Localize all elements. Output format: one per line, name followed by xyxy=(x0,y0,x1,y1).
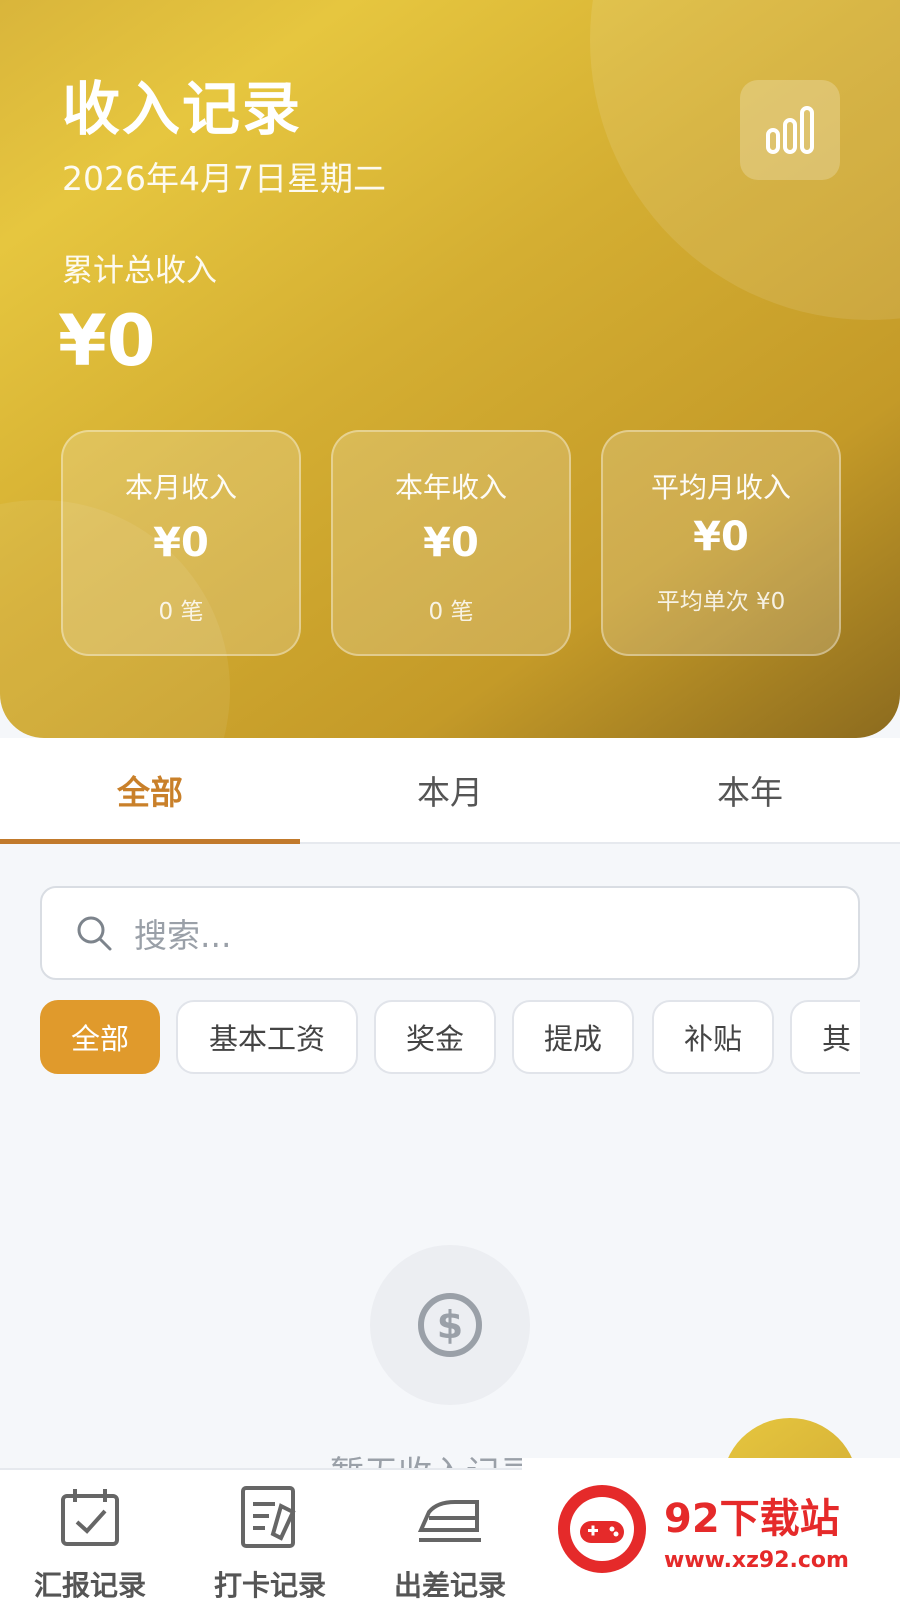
total-income-value: ¥0 xyxy=(58,300,156,382)
stat-count: 0 笔 xyxy=(428,599,474,625)
nav-label: 汇报记录 xyxy=(33,1569,146,1600)
gamepad-logo-icon xyxy=(558,1485,646,1573)
income-summary-card: 收入记录 2026年4月7日星期二 累计总收入 ¥0 本月收入 ¥0 0 笔 本… xyxy=(0,0,900,738)
dollar-circle-icon: $ xyxy=(418,1293,482,1357)
category-filter: 全部 基本工资 奖金 提成 补贴 其 xyxy=(40,1000,860,1078)
stat-count: 0 笔 xyxy=(158,599,204,625)
month-income-card: 本月收入 ¥0 0 笔 xyxy=(61,430,301,656)
empty-state-badge: $ xyxy=(370,1245,530,1405)
stat-label: 本月收入 xyxy=(124,471,237,504)
stat-value: ¥0 xyxy=(153,520,209,566)
calendar-check-icon xyxy=(61,1489,119,1546)
chip-all[interactable]: 全部 xyxy=(40,1000,160,1074)
stat-avg: 平均单次 ¥0 xyxy=(656,589,786,615)
train-icon xyxy=(417,1500,481,1542)
nav-trip-records[interactable]: 出差记录 xyxy=(375,1484,525,1600)
nav-report-records[interactable]: 汇报记录 xyxy=(15,1484,165,1600)
watermark-title: 92下载站 xyxy=(664,1495,840,1542)
chip-base-salary[interactable]: 基本工资 xyxy=(176,1000,358,1074)
watermark-url: www.xz92.com xyxy=(664,1547,849,1573)
total-income-label: 累计总收入 xyxy=(62,253,217,289)
tab-this-year[interactable]: 本年 xyxy=(600,738,900,842)
stat-value: ¥0 xyxy=(693,514,749,560)
chip-commission[interactable]: 提成 xyxy=(512,1000,634,1074)
search-input[interactable]: 搜索... xyxy=(40,886,860,980)
bar-chart-icon xyxy=(766,106,814,154)
current-date: 2026年4月7日星期二 xyxy=(62,159,386,198)
stat-value: ¥0 xyxy=(423,520,479,566)
tab-all[interactable]: 全部 xyxy=(0,738,300,844)
stat-label: 平均月收入 xyxy=(650,471,791,504)
tab-this-month[interactable]: 本月 xyxy=(300,738,600,842)
chip-bonus[interactable]: 奖金 xyxy=(374,1000,496,1074)
watermark: 92下载站 www.xz92.com xyxy=(522,1458,900,1600)
search-placeholder: 搜索... xyxy=(134,916,232,955)
statistics-button[interactable] xyxy=(740,80,840,180)
nav-label: 出差记录 xyxy=(393,1569,506,1600)
period-tabs: 全部 本月 本年 xyxy=(0,738,900,844)
avg-month-income-card: 平均月收入 ¥0 平均单次 ¥0 xyxy=(601,430,841,656)
nav-label: 打卡记录 xyxy=(213,1569,326,1600)
nav-checkin-records[interactable]: 打卡记录 xyxy=(195,1484,345,1600)
edit-note-icon xyxy=(241,1486,296,1548)
page-title: 收入记录 xyxy=(62,75,303,143)
stat-label: 本年收入 xyxy=(394,471,507,504)
svg-text:$: $ xyxy=(437,1303,463,1347)
chip-allowance[interactable]: 补贴 xyxy=(652,1000,774,1074)
year-income-card: 本年收入 ¥0 0 笔 xyxy=(331,430,571,656)
chip-other[interactable]: 其 xyxy=(790,1000,860,1074)
search-icon xyxy=(77,916,112,951)
